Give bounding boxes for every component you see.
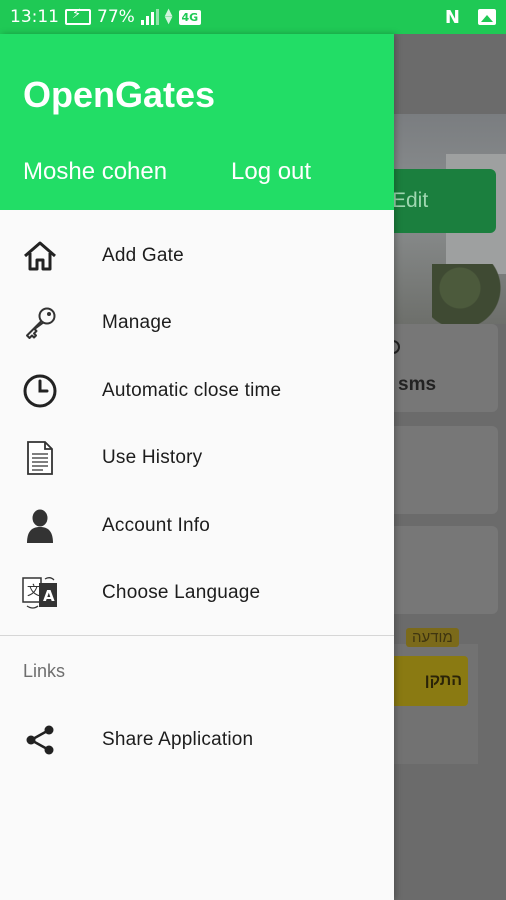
links-section-title: Links xyxy=(23,660,66,681)
share-icon xyxy=(20,720,60,760)
background-card xyxy=(394,324,498,412)
drawer-menu: Add Gate Manage Automatic close time Use… xyxy=(0,210,394,627)
menu-item-label: Manage xyxy=(102,312,172,334)
menu-item-use-history[interactable]: Use History xyxy=(0,425,394,493)
background-ad-tag: מודעה xyxy=(406,628,459,647)
menu-item-add-gate[interactable]: Add Gate xyxy=(0,222,394,290)
user-name[interactable]: Moshe cohen xyxy=(23,158,167,186)
links-menu: Share Application xyxy=(0,706,394,774)
background-install-button: התקן xyxy=(394,656,468,706)
menu-item-label: Use History xyxy=(102,447,203,469)
image-notification-icon xyxy=(478,9,496,25)
background-app-scrim[interactable]: Edit sms מודעה התקן xyxy=(394,34,506,900)
menu-item-automatic-close-time[interactable]: Automatic close time xyxy=(0,357,394,425)
menu-item-share-application[interactable]: Share Application xyxy=(0,706,394,774)
background-edit-label: Edit xyxy=(394,189,429,212)
svg-text:文: 文 xyxy=(27,584,40,599)
menu-item-label: Add Gate xyxy=(102,244,184,266)
signal-icon xyxy=(140,9,159,25)
n-notification-icon: N xyxy=(444,6,460,28)
status-bar: 13:11 77% ▲▼ 4G N xyxy=(0,0,506,34)
background-edit-button: Edit xyxy=(394,169,496,233)
drawer-header: OpenGates Moshe cohen Log out xyxy=(0,34,394,210)
svg-text:A: A xyxy=(43,587,55,605)
battery-charging-icon xyxy=(65,7,91,25)
app-title: OpenGates xyxy=(23,74,216,115)
background-card xyxy=(394,426,498,514)
document-icon xyxy=(20,438,60,478)
menu-item-label: Account Info xyxy=(102,514,211,536)
background-card xyxy=(394,526,498,614)
status-left: 13:11 77% ▲▼ 4G xyxy=(10,7,202,27)
network-badge: 4G xyxy=(178,9,202,25)
menu-item-manage[interactable]: Manage xyxy=(0,290,394,358)
background-sms-label: sms xyxy=(398,374,437,395)
menu-item-account-info[interactable]: Account Info xyxy=(0,492,394,560)
menu-item-label: Choose Language xyxy=(102,582,261,604)
clock-icon xyxy=(20,371,60,411)
person-icon xyxy=(20,506,60,546)
home-icon xyxy=(20,236,60,276)
battery-percent: 77% xyxy=(97,7,135,27)
navigation-drawer: OpenGates Moshe cohen Log out Add Gate M… xyxy=(0,34,394,900)
menu-item-label: Share Application xyxy=(102,728,254,750)
translate-icon: 文A xyxy=(20,573,60,613)
menu-item-label: Automatic close time xyxy=(102,379,282,401)
logout-button[interactable]: Log out xyxy=(231,158,311,186)
data-arrows-icon: ▲ ▼ xyxy=(164,7,173,26)
key-icon xyxy=(20,303,60,343)
menu-item-choose-language[interactable]: 文A Choose Language xyxy=(0,560,394,628)
status-time: 13:11 xyxy=(10,7,59,27)
status-right: N xyxy=(445,7,496,28)
